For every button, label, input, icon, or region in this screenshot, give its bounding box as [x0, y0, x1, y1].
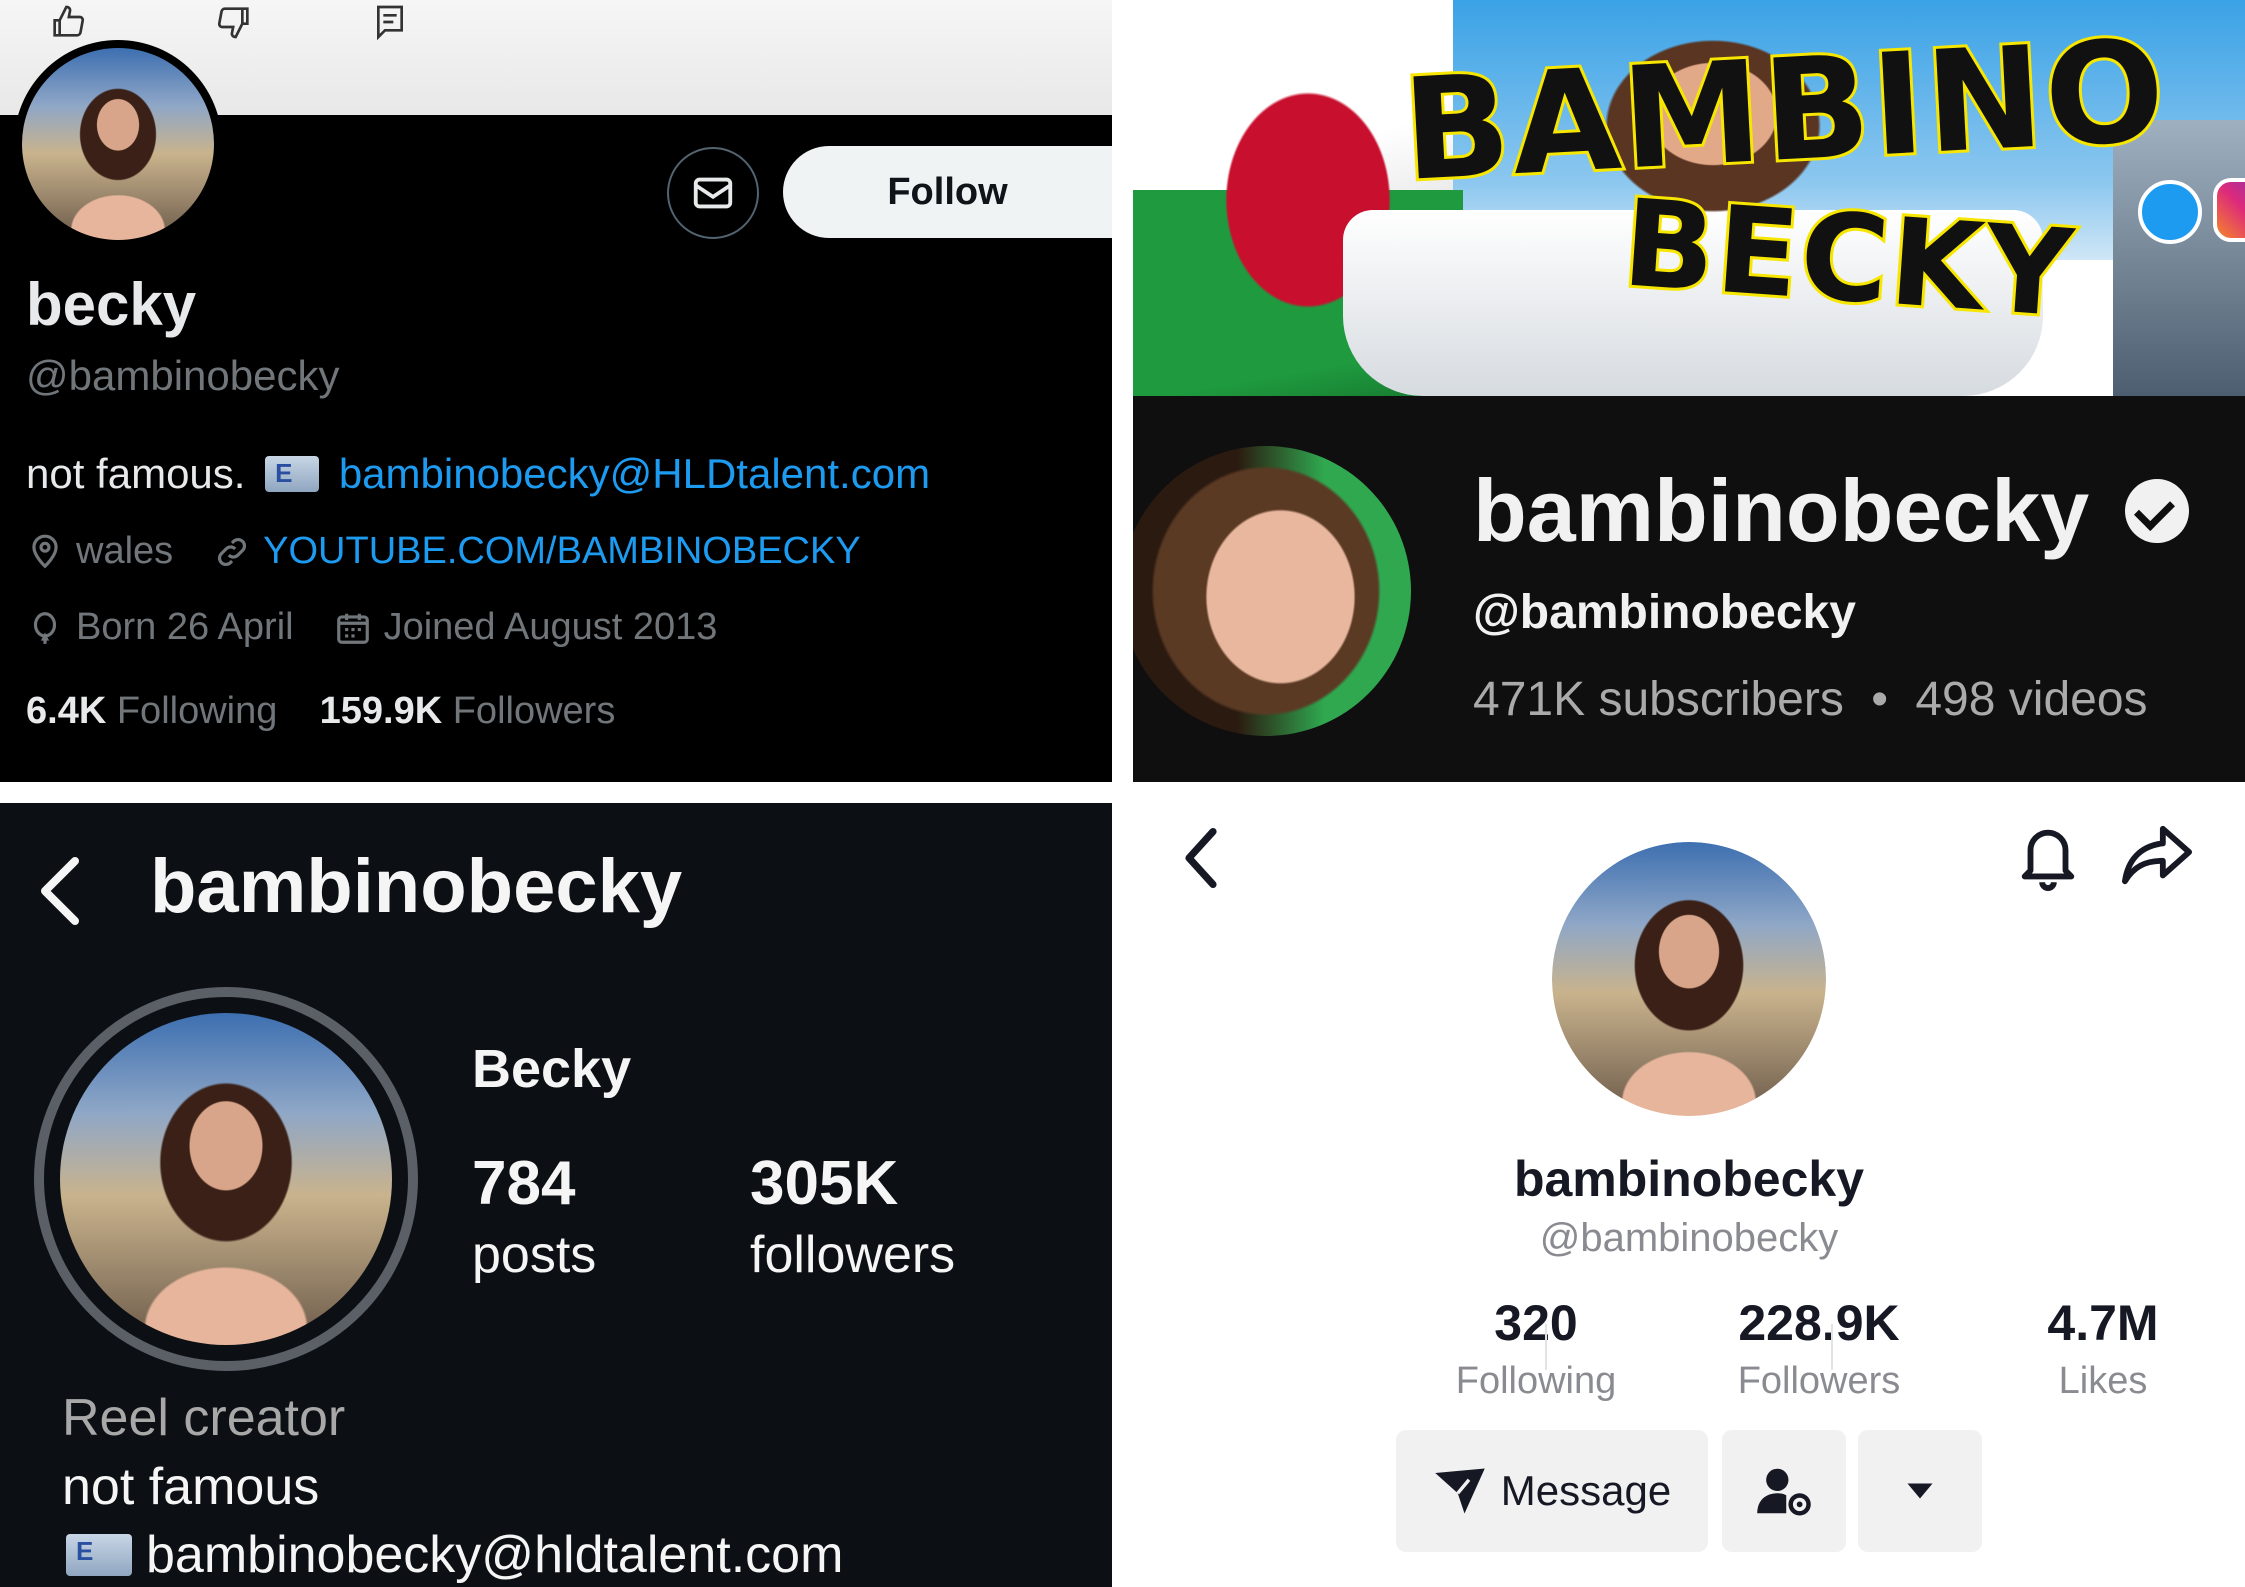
website[interactable]: YOUTUBE.COM/BAMBINOBECKY	[213, 530, 861, 573]
category-label: Reel creator	[62, 1389, 346, 1447]
followers-label: Followers	[452, 690, 616, 732]
share-icon[interactable]	[2119, 820, 2195, 890]
follow-stats: 6.4K Following 159.9K Followers	[26, 690, 615, 733]
location: wales	[26, 530, 173, 573]
following-label: Following	[116, 690, 278, 732]
bio: not famous. bambinobecky@HLDtalent.com	[26, 450, 930, 498]
birthday: Born 26 April	[26, 606, 294, 649]
verified-icon	[2125, 479, 2190, 543]
twitter-icon[interactable]	[2138, 180, 2202, 244]
followers-count: 228.9K	[1738, 1295, 1900, 1351]
envelope-icon	[693, 177, 733, 209]
posts-count: 784	[472, 1149, 576, 1218]
followers-label: Followers	[1737, 1360, 1901, 1402]
add-friend-button[interactable]	[1722, 1430, 1846, 1552]
profile-avatar[interactable]	[14, 40, 222, 248]
profile-username: bambinobecky	[150, 844, 683, 929]
balloon-icon	[33, 611, 57, 644]
location-text: wales	[76, 530, 174, 572]
back-chevron-icon[interactable]	[30, 851, 90, 931]
stat-divider	[1831, 1324, 1833, 1370]
message-label: Message	[1500, 1467, 1672, 1514]
avatar-photo	[60, 1013, 392, 1345]
subscriber-count: 471K subscribers	[1473, 673, 1844, 726]
website-link[interactable]: YOUTUBE.COM/BAMBINOBECKY	[263, 530, 861, 573]
add-friend-icon	[1757, 1468, 1811, 1516]
channel-handle: @bambinobecky	[1473, 586, 1856, 639]
following-stat[interactable]: 320 Following	[1406, 1294, 1666, 1403]
bio-text: not famous	[62, 1458, 320, 1516]
calendar-icon	[336, 613, 369, 644]
followers-stat[interactable]: 305K followers	[750, 1148, 955, 1285]
posts-stat[interactable]: 784 posts	[472, 1148, 596, 1285]
youtube-channel-panel: BAMBINO BECKY bambinobecky @bambinobecky…	[1133, 0, 2245, 782]
following-count: 320	[1494, 1295, 1578, 1351]
video-count: 498 videos	[1915, 673, 2148, 726]
likes-count: 4.7M	[2047, 1295, 2159, 1351]
profile-meta-row-1: wales YOUTUBE.COM/BAMBINOBECKY	[26, 530, 901, 573]
thumbs-down-icon[interactable]	[212, 2, 256, 42]
avatar-photo	[1552, 842, 1826, 1116]
followers-label: followers	[750, 1226, 956, 1284]
bio-email-link[interactable]: bambinobecky@HLDtalent.com	[339, 450, 930, 497]
profile-handle: @bambinobecky	[1539, 1216, 1839, 1260]
e-mail-emoji-icon	[66, 1534, 132, 1576]
send-icon	[1435, 1468, 1485, 1514]
user-handle: @bambinobecky	[26, 352, 340, 399]
link-icon	[218, 537, 247, 566]
following-link[interactable]: 6.4K Following	[26, 690, 277, 732]
join-date: Joined August 2013	[334, 606, 718, 649]
composite-screenshot: Follow becky @bambinobecky not famous. b…	[0, 0, 2245, 1587]
twitter-profile-panel: Follow becky @bambinobecky not famous. b…	[0, 0, 1112, 782]
join-date-text: Joined August 2013	[383, 606, 718, 648]
thumbs-up-icon[interactable]	[46, 2, 90, 42]
feedback-icon[interactable]	[368, 2, 412, 42]
likes-stat[interactable]: 4.7M Likes	[1973, 1294, 2233, 1403]
bio-email-text: bambinobecky@hldtalent.com	[146, 1526, 844, 1584]
display-name: becky	[26, 271, 197, 338]
followers-stat[interactable]: 228.9K Followers	[1689, 1294, 1949, 1403]
instagram-profile-panel: bambinobecky Becky 784 posts 305K follow…	[0, 803, 1112, 1587]
followers-count: 159.9K	[319, 690, 443, 732]
dropdown-arrow-icon	[1907, 1483, 1933, 1499]
birthday-text: Born 26 April	[76, 606, 294, 648]
more-options-button[interactable]	[1858, 1430, 1982, 1552]
follow-button[interactable]: Follow	[783, 146, 1112, 238]
full-name: Becky	[472, 1039, 632, 1099]
avatar-photo	[22, 48, 214, 240]
bell-icon[interactable]	[2013, 818, 2083, 894]
channel-title: bambinobecky	[1473, 460, 2190, 562]
instagram-icon[interactable]	[2213, 178, 2245, 242]
channel-avatar[interactable]	[1133, 446, 1411, 736]
channel-banner: BAMBINO BECKY	[1133, 0, 2245, 396]
channel-name: bambinobecky	[1473, 461, 2090, 560]
profile-meta-row-2: Born 26 April Joined August 2013	[26, 606, 757, 649]
following-count: 6.4K	[26, 690, 107, 732]
back-icon[interactable]	[1175, 822, 1227, 894]
profile-avatar[interactable]	[1552, 842, 1826, 1116]
location-pin-icon	[32, 534, 58, 568]
likes-label: Likes	[2058, 1360, 2148, 1402]
profile-name: bambinobecky	[1513, 1151, 1865, 1207]
channel-stats: 471K subscribers • 498 videos	[1473, 672, 2148, 727]
e-mail-emoji-icon	[265, 456, 320, 492]
following-label: Following	[1455, 1360, 1617, 1402]
bio-text: not famous.	[26, 450, 246, 497]
message-button[interactable]: Message	[1396, 1430, 1708, 1552]
profile-avatar[interactable]	[34, 987, 418, 1371]
posts-label: posts	[472, 1226, 597, 1284]
followers-link[interactable]: 159.9K Followers	[320, 690, 616, 732]
stat-divider	[1545, 1324, 1547, 1370]
message-button[interactable]	[667, 147, 759, 239]
stats-separator: •	[1871, 673, 1889, 726]
tiktok-profile-panel: bambinobecky @bambinobecky 320 Following…	[1133, 782, 2245, 1587]
followers-count: 305K	[750, 1149, 899, 1218]
bio-email: bambinobecky@hldtalent.com	[62, 1525, 843, 1585]
